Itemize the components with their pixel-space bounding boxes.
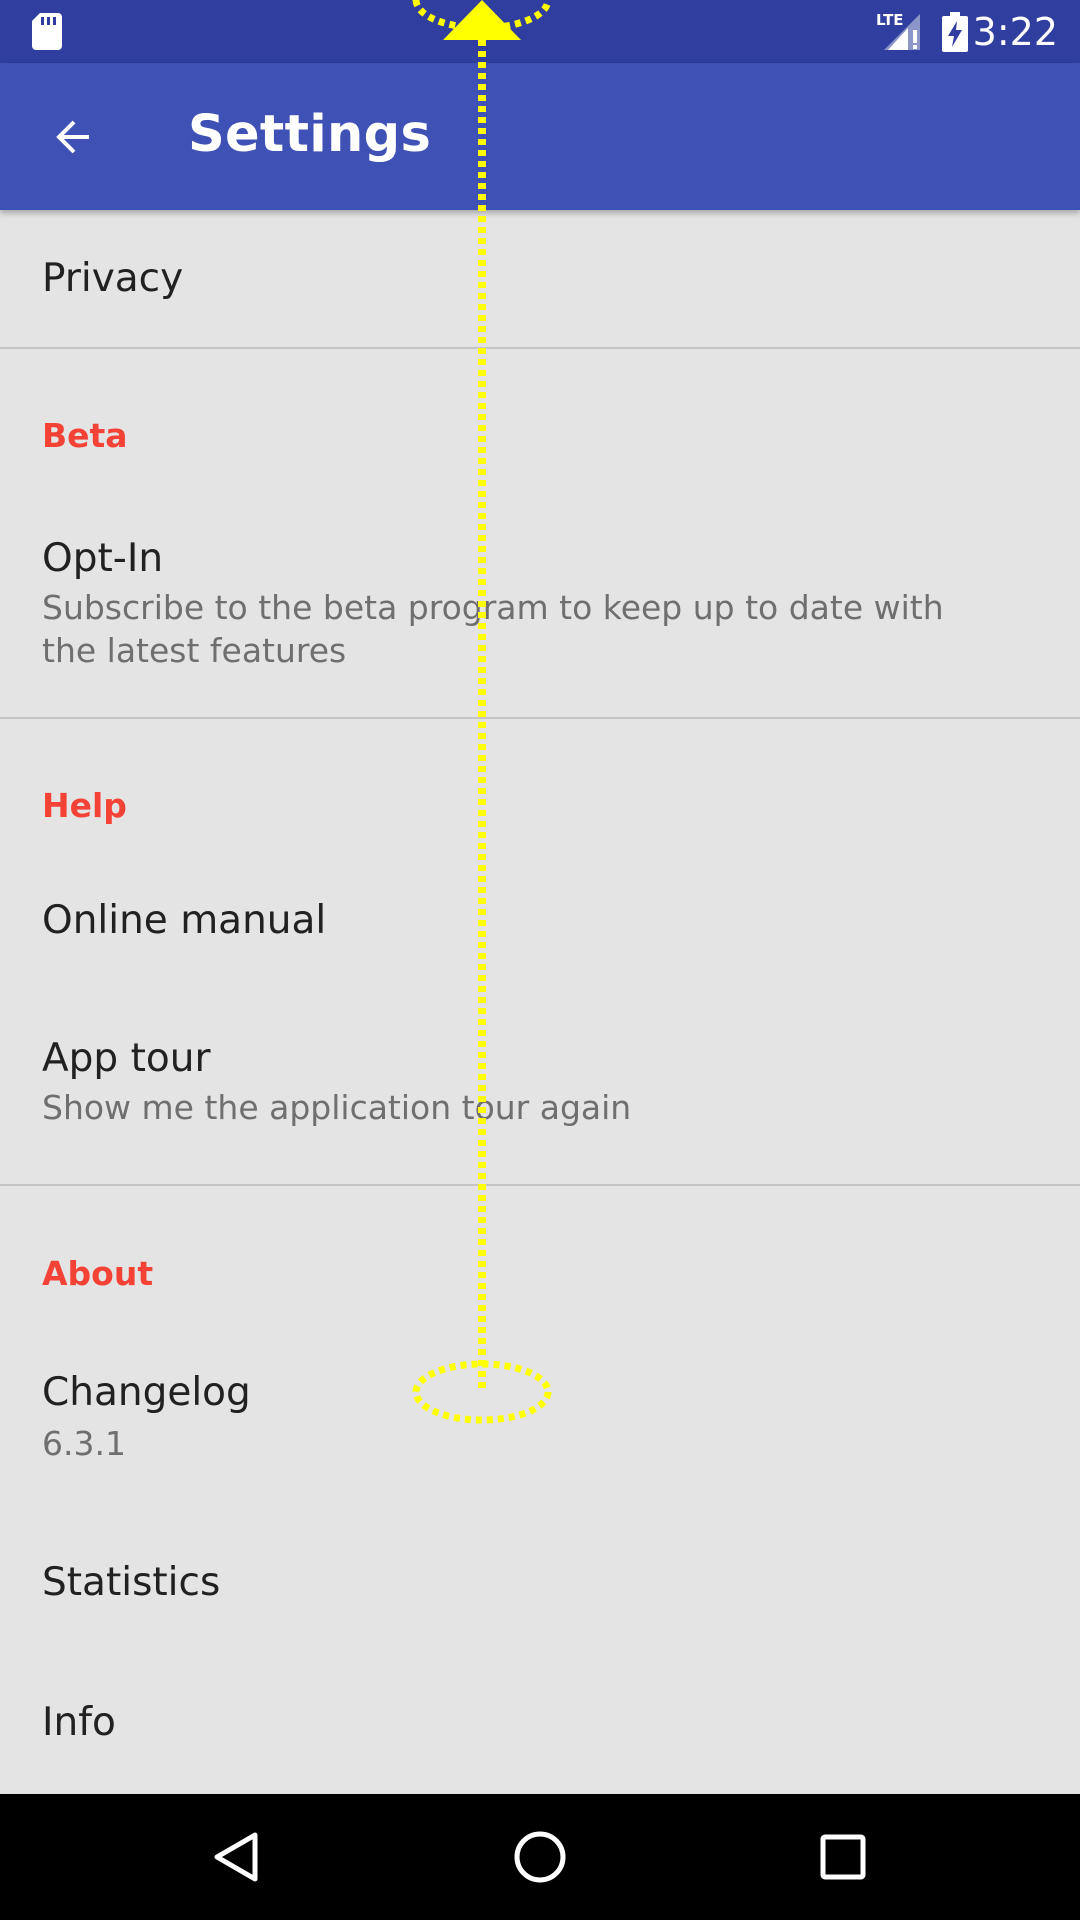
setting-title: Info — [42, 1700, 116, 1745]
setting-statistics[interactable]: Statistics — [0, 1516, 1080, 1656]
navigation-bar — [0, 1794, 1080, 1920]
setting-title: Online manual — [42, 898, 327, 943]
battery-charging-icon — [942, 12, 968, 52]
nav-back-button[interactable] — [196, 1817, 276, 1897]
page-title: Settings — [188, 105, 432, 164]
settings-list[interactable]: Privacy Beta Opt-In Subscribe to the bet… — [0, 210, 1080, 1794]
setting-summary: Show me the application tour again — [42, 1088, 632, 1127]
network-type-label: LTE — [876, 11, 904, 29]
sd-card-icon — [32, 13, 62, 50]
setting-summary: 6.3.1 — [42, 1424, 126, 1463]
setting-privacy[interactable]: Privacy — [0, 210, 1080, 346]
divider — [0, 347, 1080, 349]
setting-opt-in[interactable]: Opt-In Subscribe to the beta program to … — [0, 490, 1080, 716]
nav-home-button[interactable] — [500, 1817, 580, 1897]
app-bar: Settings — [0, 63, 1080, 210]
lte-signal-icon: LTE — [874, 10, 922, 52]
setting-title: Privacy — [42, 256, 184, 301]
setting-info[interactable]: Info — [0, 1656, 1080, 1794]
status-bar: LTE 3:22 — [0, 0, 1080, 63]
setting-title: Opt-In — [42, 536, 164, 581]
category-header-about: About — [42, 1254, 154, 1293]
settings-screen: LTE 3:22 Settings Privacy Beta Opt-In Su — [0, 0, 1080, 1920]
divider — [0, 717, 1080, 719]
nav-recents-button[interactable] — [803, 1817, 883, 1897]
setting-changelog[interactable]: Changelog 6.3.1 — [0, 1326, 1080, 1516]
setting-title: Statistics — [42, 1560, 221, 1605]
home-circle-icon — [514, 1831, 566, 1883]
setting-summary: Subscribe to the beta program to keep up… — [42, 588, 944, 670]
status-clock: 3:22 — [972, 10, 1058, 54]
setting-title: App tour — [42, 1036, 211, 1081]
setting-app-tour[interactable]: App tour Show me the application tour ag… — [0, 1000, 1080, 1184]
arrow-back-icon — [56, 120, 89, 154]
setting-online-manual[interactable]: Online manual — [0, 860, 1080, 1000]
category-header-beta: Beta — [42, 416, 128, 455]
back-button[interactable] — [28, 97, 118, 177]
back-triangle-icon — [214, 1832, 258, 1882]
category-header-help: Help — [42, 786, 127, 825]
setting-title: Changelog — [42, 1370, 251, 1415]
recents-square-icon — [820, 1834, 866, 1880]
divider — [0, 1184, 1080, 1186]
